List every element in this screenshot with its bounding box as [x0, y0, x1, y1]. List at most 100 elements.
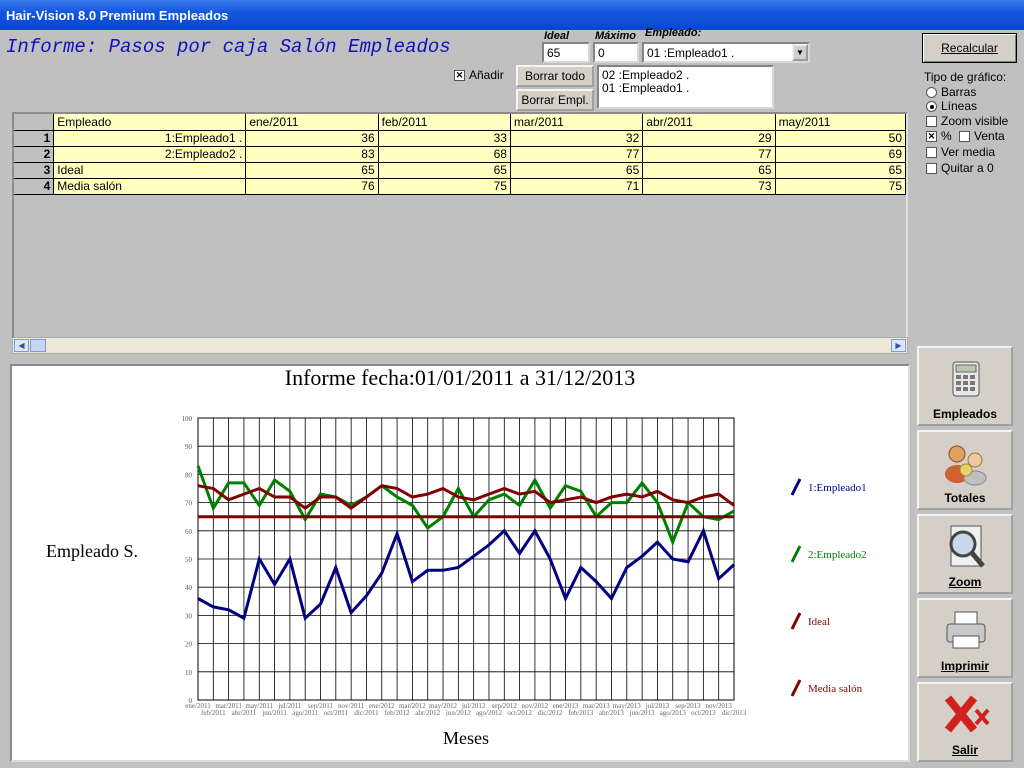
checkbox-icon [926, 162, 937, 174]
empleados-button[interactable]: Empleados [917, 346, 1013, 426]
anadir-checkbox[interactable]: ✕ Añadir [454, 68, 504, 82]
value-cell[interactable]: 65 [378, 162, 511, 179]
salir-button[interactable]: Salir [917, 682, 1013, 762]
totales-button[interactable]: Totales [917, 430, 1013, 510]
horizontal-scrollbar[interactable]: ◀ ▶ [12, 337, 908, 354]
exit-icon [944, 695, 990, 733]
value-cell[interactable]: 77 [510, 146, 644, 163]
column-header[interactable]: feb/2011 [378, 114, 511, 131]
x-tick-label: oct/2012 [507, 709, 532, 717]
empleado-select[interactable]: 01 :Empleado1 . ▼ [642, 42, 810, 63]
maximo-input[interactable]: 0 [593, 42, 639, 63]
value-cell[interactable]: 75 [378, 178, 511, 195]
check-icon: ✕ [926, 130, 937, 142]
y-tick-label: 80 [185, 471, 193, 479]
checkbox-icon [959, 130, 970, 142]
zoom-visible-checkbox[interactable]: Zoom visible [926, 114, 1008, 128]
barras-radio[interactable]: Barras [926, 85, 976, 99]
value-cell[interactable]: 68 [378, 146, 511, 163]
y-tick-label: 90 [185, 443, 193, 451]
value-cell[interactable]: 65 [642, 162, 776, 179]
corner-cell [14, 114, 55, 131]
value-cell[interactable]: 33 [378, 130, 511, 147]
y-tick-label: 40 [185, 584, 193, 592]
legend-marker [790, 679, 802, 697]
value-cell[interactable]: 32 [510, 130, 644, 147]
ver-media-checkbox[interactable]: Ver media [926, 145, 995, 159]
data-grid[interactable]: Empleado ene/2011 feb/2011 mar/2011 abr/… [12, 112, 908, 354]
scroll-left-icon[interactable]: ◀ [14, 339, 29, 352]
y-tick-label: 60 [185, 528, 193, 536]
employee-cell[interactable]: 2:Empleado2 . [53, 146, 247, 163]
column-header[interactable]: mar/2011 [510, 114, 644, 131]
recalcular-button[interactable]: Recalcular [922, 33, 1017, 63]
lineas-radio[interactable]: Líneas [926, 99, 977, 113]
x-tick-label: ago/2011 [292, 709, 318, 717]
value-cell[interactable]: 36 [245, 130, 379, 147]
table-row[interactable]: 2 2:Empleado2 . 83 68 77 77 69 [14, 146, 906, 163]
legend-label: Media salón [808, 683, 863, 695]
venta-checkbox[interactable]: Venta [959, 129, 1005, 143]
employee-cell[interactable]: Media salón [53, 178, 247, 195]
table-row[interactable]: 4 Media salón 76 75 71 73 75 [14, 178, 906, 195]
percent-checkbox[interactable]: ✕% [926, 129, 952, 143]
value-cell[interactable]: 69 [775, 146, 906, 163]
chart-title: Informe fecha:01/01/2011 a 31/12/2013 [285, 366, 636, 390]
imprimir-button[interactable]: Imprimir [917, 598, 1013, 678]
table-row[interactable]: 3 Ideal 65 65 65 65 65 [14, 162, 906, 179]
magnifier-icon [949, 525, 985, 568]
printer-icon [946, 611, 986, 649]
zoom-button[interactable]: Zoom [917, 514, 1013, 594]
anadir-label: Añadir [469, 68, 504, 82]
radio-icon [926, 86, 937, 98]
x-tick-label: ago/2013 [660, 709, 687, 717]
people-icon [945, 445, 987, 486]
value-cell[interactable]: 77 [642, 146, 776, 163]
value-cell[interactable]: 71 [510, 178, 644, 195]
ideal-input[interactable]: 65 [542, 42, 590, 63]
maximo-label: Máximo [595, 30, 636, 42]
x-tick-label: dic/2013 [722, 709, 747, 717]
value-cell[interactable]: 50 [775, 130, 906, 147]
value-cell[interactable]: 75 [775, 178, 906, 195]
borrar-empl-button[interactable]: Borrar Empl. [516, 89, 594, 111]
value-cell[interactable]: 76 [245, 178, 379, 195]
empleado-selected: 01 :Empleado1 . [647, 46, 735, 60]
ideal-label: Ideal [544, 30, 570, 42]
salir-label: Salir [951, 743, 978, 757]
x-tick-label: ago/2012 [476, 709, 503, 717]
chevron-down-icon[interactable]: ▼ [792, 44, 808, 61]
list-item[interactable]: 01 :Empleado1 . [602, 82, 769, 95]
line-chart: Informe fecha:01/01/2011 a 31/12/2013 Emp… [46, 365, 867, 748]
scroll-right-icon[interactable]: ▶ [891, 339, 906, 352]
x-axis-label: Meses [443, 728, 489, 748]
borrar-todo-button[interactable]: Borrar todo [516, 65, 594, 87]
value-cell[interactable]: 73 [642, 178, 776, 195]
legend-label: 1:Empleado1 [808, 482, 867, 494]
value-cell[interactable]: 65 [245, 162, 379, 179]
table-header-row: Empleado ene/2011 feb/2011 mar/2011 abr/… [14, 114, 906, 131]
empleado-label: Empleado: [645, 27, 702, 39]
data-table: Empleado ene/2011 feb/2011 mar/2011 abr/… [14, 114, 906, 195]
selected-employees-list[interactable]: 02 :Empleado2 . 01 :Empleado1 . [597, 65, 774, 109]
employee-cell[interactable]: Ideal [53, 162, 247, 179]
zoom-label: Zoom [948, 575, 982, 589]
x-tick-label: feb/2013 [568, 709, 593, 717]
column-header[interactable]: may/2011 [775, 114, 906, 131]
imprimir-label: Imprimir [940, 659, 989, 673]
table-row[interactable]: 1 1:Empleado1 . 36 33 32 29 50 [14, 130, 906, 147]
value-cell[interactable]: 65 [510, 162, 644, 179]
employee-cell[interactable]: 1:Empleado1 . [53, 130, 247, 147]
legend-marker [790, 612, 802, 630]
quitar-0-checkbox[interactable]: Quitar a 0 [926, 161, 994, 175]
value-cell[interactable]: 65 [775, 162, 906, 179]
scroll-thumb[interactable] [30, 339, 46, 352]
column-header[interactable]: Empleado [53, 114, 247, 131]
x-tick-label: dic/2012 [538, 709, 563, 717]
column-header[interactable]: abr/2011 [642, 114, 776, 131]
value-cell[interactable]: 83 [245, 146, 379, 163]
radio-selected-icon [926, 100, 937, 112]
y-tick-label: 100 [182, 415, 193, 423]
column-header[interactable]: ene/2011 [245, 114, 379, 131]
value-cell[interactable]: 29 [642, 130, 776, 147]
